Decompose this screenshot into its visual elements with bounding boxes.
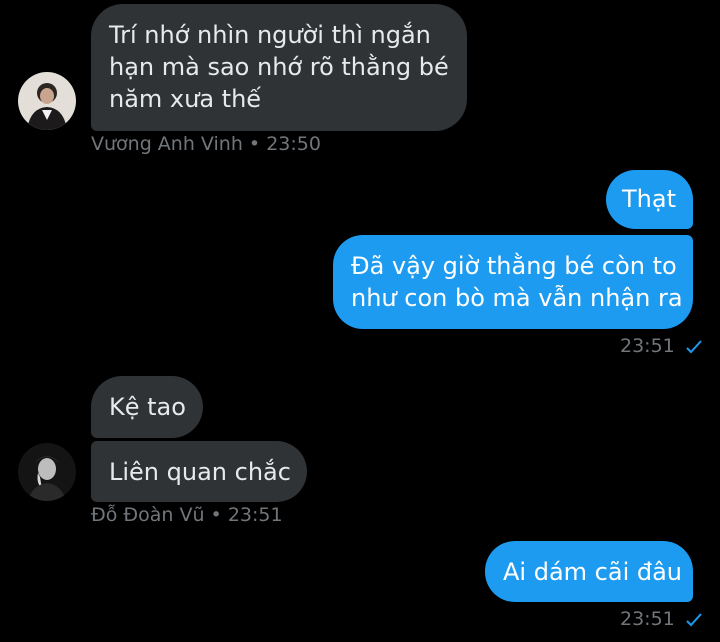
message-time: 23:50 <box>266 133 321 155</box>
message-text-line: Ai dám cãi đâu <box>503 558 683 586</box>
avatar-do-doan-vu[interactable] <box>18 443 76 501</box>
message-bubble-sent[interactable]: Thạt <box>606 170 693 229</box>
message-bubble-sent[interactable]: Đã vậy giờ thằng bé còn to như con bò mà… <box>333 235 693 329</box>
message-bubble-received[interactable]: Trí nhớ nhìn người thì ngắn hạn mà sao n… <box>91 4 467 131</box>
message-text-line: Kệ tao <box>109 393 186 421</box>
message-time: 23:51 <box>620 335 675 357</box>
message-bubble-received[interactable]: Liên quan chắc <box>91 441 307 502</box>
message-bubble-sent[interactable]: Ai dám cãi đâu <box>485 541 693 602</box>
sender-name: Đỗ Đoàn Vũ <box>91 504 205 526</box>
message-text-line: Trí nhớ nhìn người thì ngắn <box>109 21 431 49</box>
check-icon <box>686 612 702 626</box>
message-meta-received: Vương Anh Vinh • 23:50 <box>91 132 321 156</box>
message-text-line: Liên quan chắc <box>109 458 291 486</box>
message-bubble-received[interactable]: Kệ tao <box>91 376 203 438</box>
message-meta-sent: 23:51 <box>620 334 703 358</box>
message-text-line: như con bò mà vẫn nhận ra <box>351 284 683 312</box>
meta-separator: • <box>210 504 222 526</box>
profile-photo-icon <box>18 443 76 501</box>
message-meta-received: Đỗ Đoàn Vũ • 23:51 <box>91 503 283 527</box>
profile-photo-icon <box>18 72 76 130</box>
message-time: 23:51 <box>620 608 675 630</box>
message-text-line: Đã vậy giờ thằng bé còn to <box>351 252 677 280</box>
sender-name: Vương Anh Vinh <box>91 133 243 155</box>
meta-separator: • <box>248 133 261 155</box>
message-text-line: Thạt <box>622 185 676 213</box>
avatar-vuong-anh-vinh[interactable] <box>18 72 76 130</box>
message-text-line: năm xưa thế <box>109 85 262 113</box>
check-icon <box>686 339 702 353</box>
message-meta-sent: 23:51 <box>620 607 703 631</box>
message-time: 23:51 <box>227 504 283 526</box>
message-text-line: hạn mà sao nhớ rõ thằng bé <box>109 53 449 81</box>
